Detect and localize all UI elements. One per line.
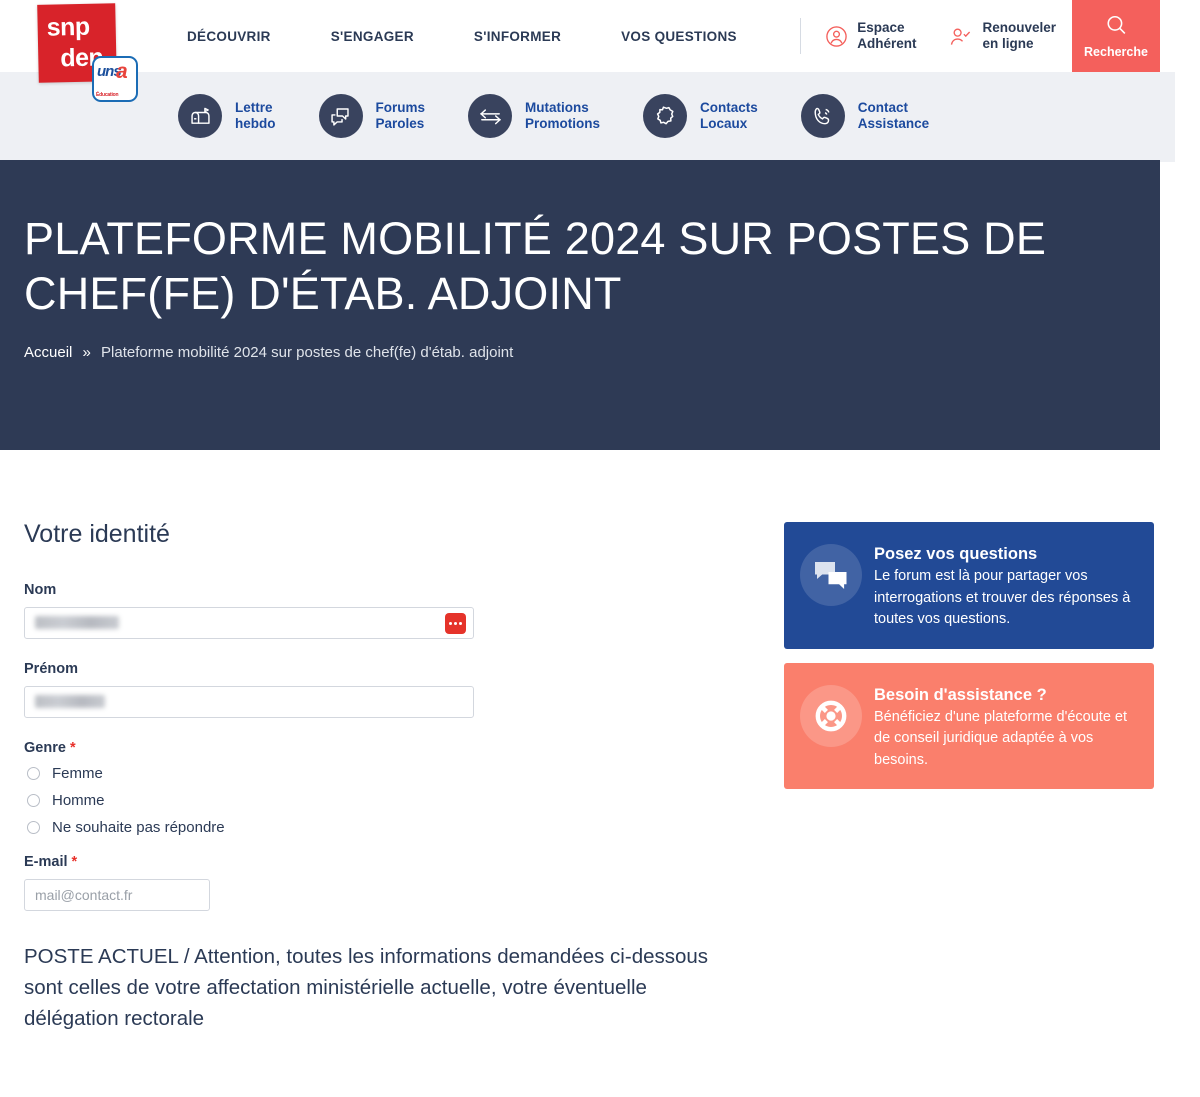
france-map-icon (643, 94, 688, 138)
exchange-arrows-icon (468, 94, 513, 138)
field-email-label: E-mail * (24, 854, 744, 870)
site-shell: snp den uns a Éducation DÉCOUVRIR S'ENGA… (0, 0, 1160, 1035)
field-nom-label: Nom (24, 582, 57, 598)
quick-links-bar: Lettre hebdo Forums Paroles Mutations Pr… (0, 72, 1160, 160)
page-content: Votre identité Nom Prénom Genre * Femme … (0, 450, 1160, 1035)
quicklink-forums-paroles-label: Forums Paroles (375, 99, 426, 131)
radio-option-femme-label: Femme (52, 765, 103, 782)
quicklink-contacts-locaux-label: Contacts Locaux (700, 99, 758, 131)
sidebar-card-forum-body: Posez vos questions Le forum est là pour… (874, 540, 1136, 631)
nom-redacted-value (35, 616, 119, 629)
quicklink-contact-assistance[interactable]: Contact Assistance (800, 94, 930, 138)
form-column: Votre identité Nom Prénom Genre * Femme … (24, 520, 744, 1034)
mailbox-icon (178, 94, 222, 138)
header-actions: Espace Adhérent Renouveler en ligne Rech… (800, 0, 1160, 72)
sidebar-column: Posez vos questions Le forum est là pour… (784, 520, 1154, 1034)
site-logo[interactable]: snp den uns a Éducation (37, 3, 148, 108)
renouveler-line2: en ligne (982, 36, 1034, 51)
chat-bubbles-icon (800, 544, 862, 606)
search-icon (1104, 13, 1129, 43)
email-required-marker: * (71, 854, 78, 870)
main-navigation: DÉCOUVRIR S'ENGAGER S'INFORMER VOS QUEST… (157, 29, 767, 44)
sidebar-card-assistance[interactable]: Besoin d'assistance ? Bénéficiez d'une p… (784, 662, 1154, 790)
field-nom: Nom (24, 582, 744, 639)
nav-item-vos-questions[interactable]: VOS QUESTIONS (591, 29, 767, 44)
genre-label-text: Genre (24, 740, 66, 756)
sidebar-card-assistance-text: Bénéficiez d'une plateforme d'écoute et … (874, 708, 1128, 768)
quicklink-forums-paroles[interactable]: Forums Paroles (318, 94, 426, 138)
section-title-identity: Votre identité (24, 520, 170, 548)
renouveler-en-ligne-button[interactable]: Renouveler en ligne (932, 0, 1072, 72)
radio-option-ne-souhaite-pas-repondre[interactable]: Ne souhaite pas répondre (24, 819, 744, 836)
user-check-icon (948, 25, 973, 48)
unsa-badge-accent: a (116, 60, 128, 83)
radio-option-homme-label: Homme (52, 792, 105, 809)
page-scrollbar[interactable] (1160, 72, 1175, 162)
radio-option-homme[interactable]: Homme (24, 792, 744, 809)
unsa-education-badge-icon: uns a Éducation (92, 56, 138, 102)
sidebar-card-assistance-title: Besoin d'assistance ? (874, 685, 1047, 704)
header-divider (800, 18, 802, 54)
breadcrumb-current: Plateforme mobilité 2024 sur postes de c… (101, 343, 514, 361)
breadcrumb-home[interactable]: Accueil (24, 344, 72, 361)
espace-adherent-label: Espace Adhérent (857, 20, 916, 52)
email-input[interactable] (24, 879, 210, 911)
espace-adherent-line2: Adhérent (857, 36, 917, 51)
field-prenom-row (24, 686, 474, 718)
lifebuoy-icon (800, 684, 862, 747)
radio-icon (27, 794, 40, 807)
sidebar-card-forum-title: Posez vos questions (874, 545, 1038, 563)
field-prenom-label: Prénom (24, 661, 78, 677)
chat-bubbles-icon (318, 94, 363, 138)
quicklink-lettre-hebdo-label: Lettre hebdo (235, 99, 276, 131)
quicklink-mutations-promotions[interactable]: Mutations Promotions (468, 94, 600, 138)
quicklink-lettre-hebdo[interactable]: Lettre hebdo (178, 94, 276, 138)
radio-option-no-answer-label: Ne souhaite pas répondre (52, 819, 225, 836)
breadcrumb: Accueil » Plateforme mobilité 2024 sur p… (24, 344, 1136, 361)
page-root: snp den uns a Éducation DÉCOUVRIR S'ENGA… (0, 0, 1200, 1097)
nav-item-decouvrir[interactable]: DÉCOUVRIR (157, 29, 301, 44)
poste-actuel-notice: POSTE ACTUEL / Attention, toutes les inf… (24, 945, 709, 1031)
unsa-badge-subtitle: Éducation (96, 92, 119, 98)
phone-ring-icon (800, 94, 845, 138)
lastpass-icon[interactable] (445, 613, 466, 634)
sidebar-card-assistance-body: Besoin d'assistance ? Bénéficiez d'une p… (874, 681, 1136, 772)
nav-item-sinformer[interactable]: S'INFORMER (444, 29, 591, 44)
logo-text-snp: snp (46, 12, 90, 42)
field-genre-label: Genre * (24, 740, 744, 756)
renouveler-line1: Renouveler (982, 20, 1056, 36)
search-button-label: Recherche (1084, 45, 1148, 59)
quicklink-contacts-locaux[interactable]: Contacts Locaux (643, 94, 758, 138)
sidebar-card-forum-text: Le forum est là pour partager vos interr… (874, 568, 1131, 628)
field-genre: Genre * Femme Homme Ne souhaite pas répo… (24, 740, 744, 836)
user-circle-icon (825, 25, 848, 48)
search-button[interactable]: Recherche (1072, 0, 1160, 72)
field-nom-row (24, 607, 474, 639)
espace-adherent-line1: Espace (857, 20, 905, 36)
page-title: PLATEFORME MOBILITÉ 2024 SUR POSTES DE C… (24, 213, 1047, 319)
radio-option-femme[interactable]: Femme (24, 765, 744, 782)
field-prenom: Prénom (24, 661, 744, 718)
genre-required-marker: * (69, 740, 76, 756)
espace-adherent-button[interactable]: Espace Adhérent (809, 0, 932, 72)
radio-icon (27, 821, 40, 834)
quicklink-mutations-promotions-label: Mutations Promotions (525, 99, 601, 131)
right-gutter (1160, 0, 1200, 1097)
sidebar-card-forum[interactable]: Posez vos questions Le forum est là pour… (784, 522, 1154, 649)
quicklink-contact-assistance-label: Contact Assistance (857, 99, 930, 131)
email-label-text: E-mail (24, 854, 68, 870)
field-email: E-mail * (24, 854, 744, 911)
breadcrumb-separator: » (82, 343, 91, 361)
page-hero: PLATEFORME MOBILITÉ 2024 SUR POSTES DE C… (0, 160, 1160, 450)
prenom-redacted-value (35, 695, 105, 708)
renouveler-label: Renouveler en ligne (982, 20, 1056, 52)
radio-icon (27, 767, 40, 780)
site-header: snp den uns a Éducation DÉCOUVRIR S'ENGA… (0, 0, 1160, 102)
nav-item-sengager[interactable]: S'ENGAGER (301, 29, 444, 44)
